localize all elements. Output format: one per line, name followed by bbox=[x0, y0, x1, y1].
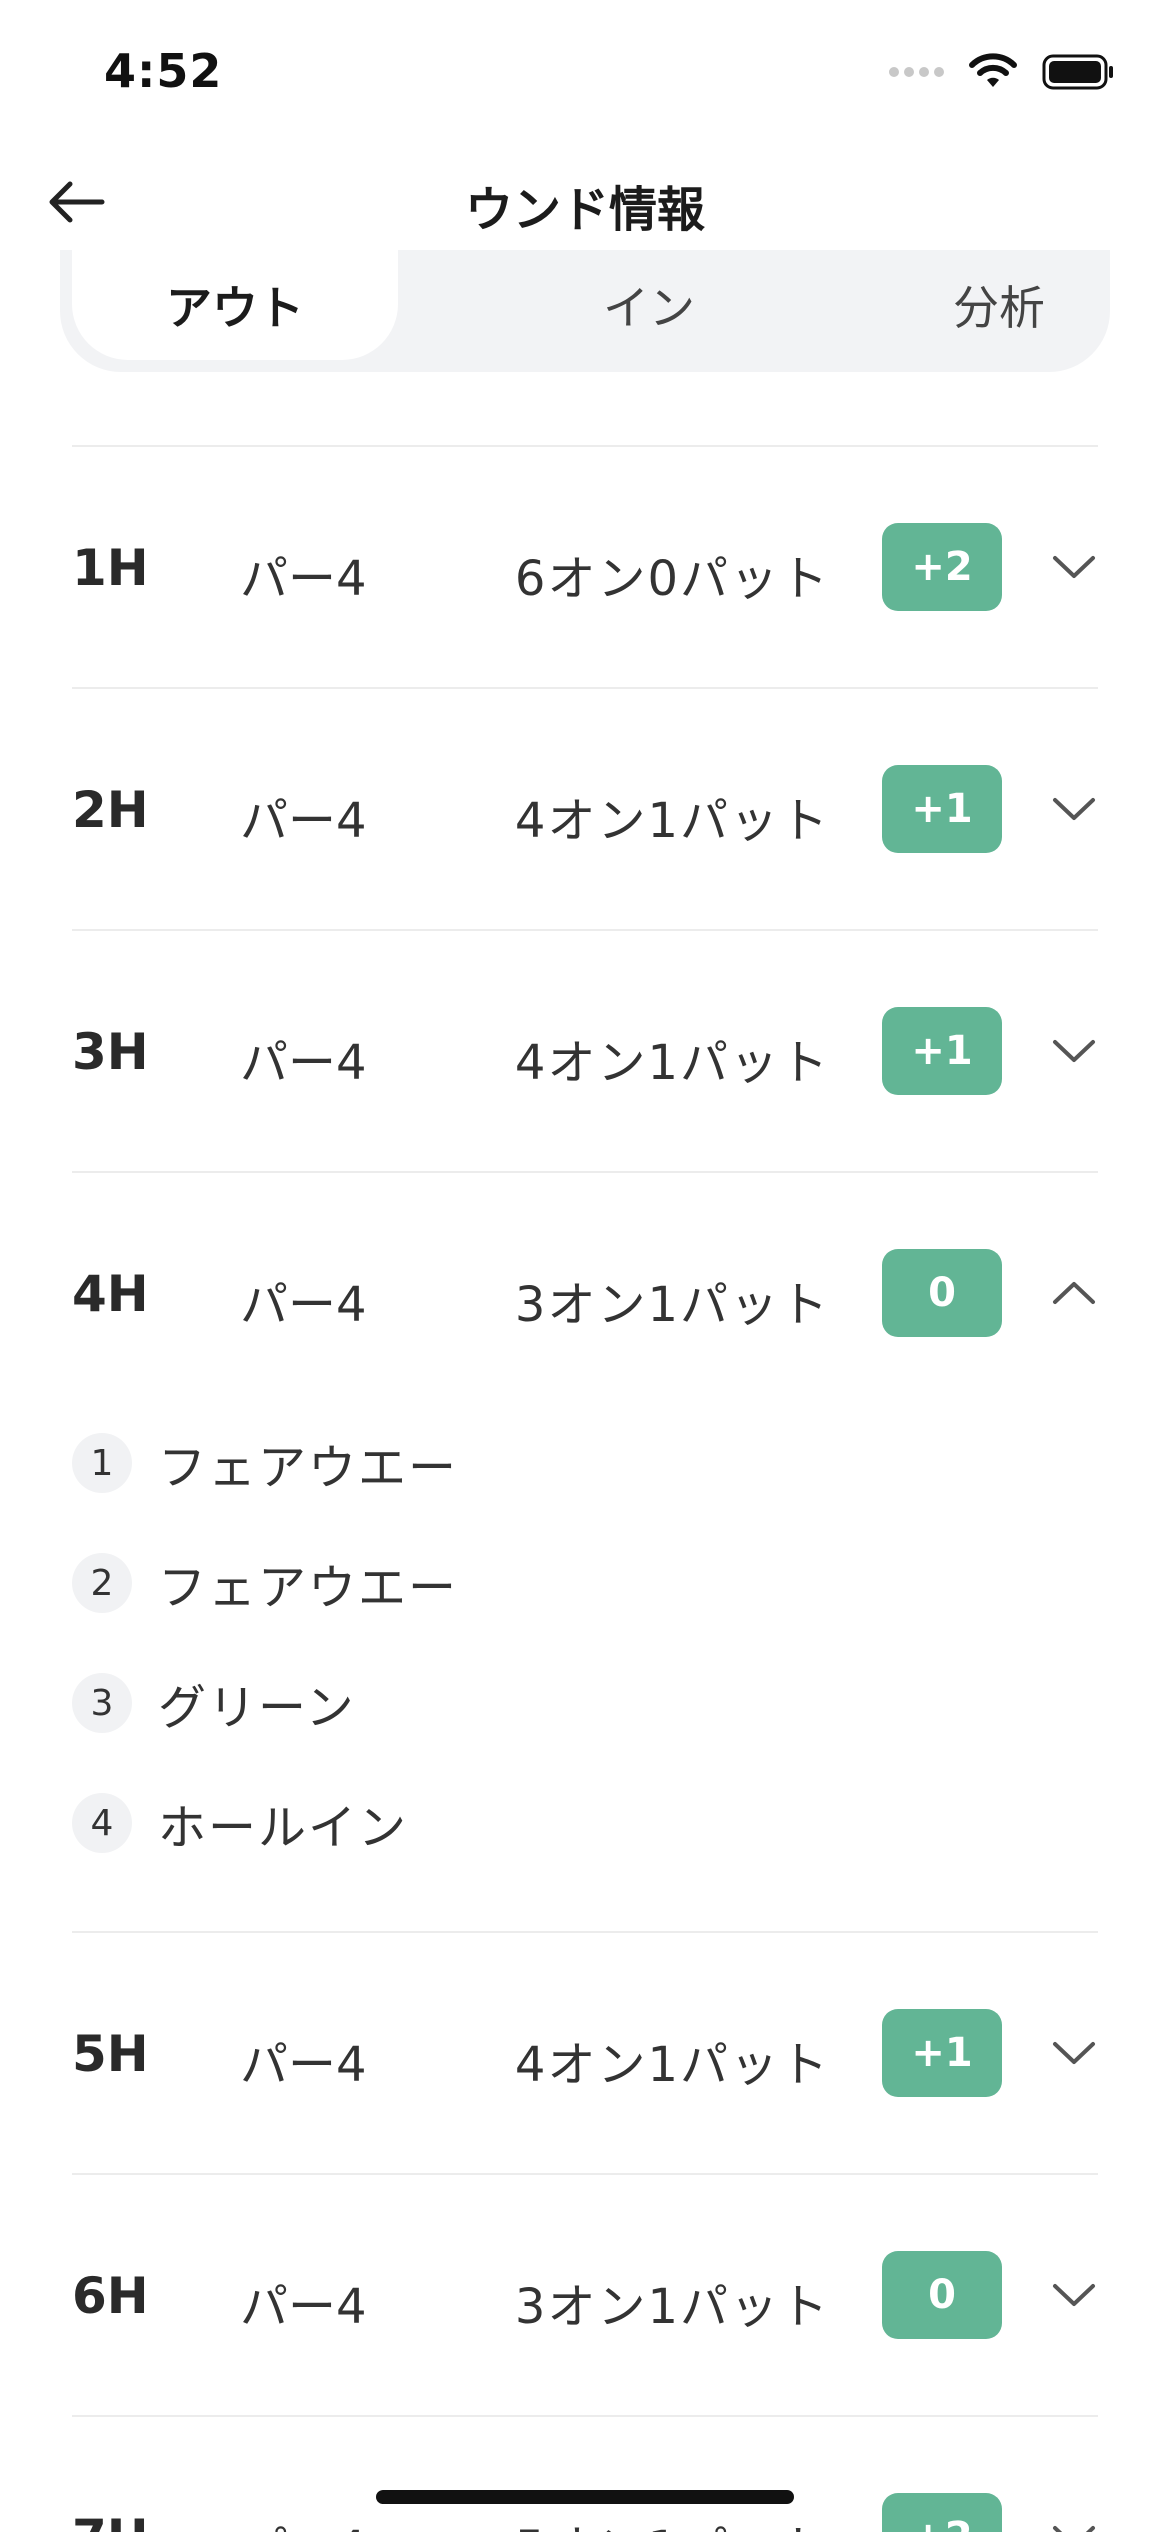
hole-row[interactable]: 1H パー4 6オン0パット +2 bbox=[72, 445, 1098, 687]
score-badge: 0 bbox=[882, 2251, 1002, 2339]
wifi-icon bbox=[969, 53, 1017, 87]
tab-analysis[interactable]: 分析 bbox=[836, 250, 1162, 360]
hole-row[interactable]: 2H パー4 4オン1パット +1 bbox=[72, 687, 1098, 929]
hole-row[interactable]: 5H パー4 4オン1パット +1 bbox=[72, 1931, 1098, 2173]
score-badge: +2 bbox=[882, 523, 1002, 611]
score-badge: +1 bbox=[882, 1007, 1002, 1095]
hole-row-expanded[interactable]: 4H パー4 3オン1パット 0 bbox=[72, 1171, 1098, 1413]
collapse-toggle[interactable] bbox=[1048, 1269, 1100, 1317]
hole-number: 5H bbox=[72, 2025, 149, 2083]
chevron-down-icon bbox=[1053, 2526, 1095, 2532]
chevron-down-icon bbox=[1053, 798, 1095, 820]
shot-label: フェアウエー bbox=[158, 1440, 459, 1496]
shot-label: グリーン bbox=[158, 1680, 356, 1736]
cellular-signal-icon bbox=[889, 67, 944, 77]
hole-result: 4オン1パット bbox=[514, 2037, 830, 2093]
expand-toggle[interactable] bbox=[1048, 785, 1100, 833]
expand-toggle[interactable] bbox=[1048, 2029, 1100, 2077]
tab-out[interactable]: アウト bbox=[72, 250, 398, 360]
shot-index: 4 bbox=[72, 1793, 132, 1853]
page-title: ウンド情報 bbox=[464, 182, 705, 238]
hole-par: パー4 bbox=[240, 793, 367, 849]
score-badge: +1 bbox=[882, 2009, 1002, 2097]
score-badge: 0 bbox=[882, 1249, 1002, 1337]
hole-list: 1H パー4 6オン0パット +2 2H パー4 4オン1パット +1 3H パ… bbox=[72, 445, 1098, 2532]
shot-item: 4 ホールイン bbox=[72, 1791, 409, 1856]
expand-toggle[interactable] bbox=[1048, 1027, 1100, 1075]
hole-par: パー4 bbox=[240, 2509, 367, 2532]
hole-result: 3オン1パット bbox=[514, 2279, 830, 2335]
hole-result: 6オン0パット bbox=[514, 551, 830, 607]
chevron-up-icon bbox=[1053, 1282, 1095, 1304]
score-badge: +2 bbox=[882, 2493, 1002, 2532]
home-indicator bbox=[376, 2490, 794, 2504]
hole-number: 4H bbox=[72, 1265, 149, 1323]
shot-item: 3 グリーン bbox=[72, 1671, 356, 1736]
nav-header: ウンド情報 bbox=[0, 150, 1170, 250]
shot-index: 1 bbox=[72, 1433, 132, 1493]
hole-row[interactable]: 6H パー4 3オン1パット 0 bbox=[72, 2173, 1098, 2415]
chevron-down-icon bbox=[1053, 1040, 1095, 1062]
battery-icon bbox=[1042, 54, 1113, 90]
shot-list: 1 フェアウエー 2 フェアウエー 3 グリーン 4 ホールイン bbox=[72, 1413, 1098, 1931]
shot-index: 3 bbox=[72, 1673, 132, 1733]
hole-number: 6H bbox=[72, 2267, 149, 2325]
hole-result: 4オン1パット bbox=[514, 1035, 830, 1091]
chevron-down-icon bbox=[1053, 2042, 1095, 2064]
hole-number: 3H bbox=[72, 1023, 149, 1081]
hole-par: パー4 bbox=[240, 2037, 367, 2093]
hole-result: 4オン1パット bbox=[514, 793, 830, 849]
hole-number: 1H bbox=[72, 539, 149, 597]
chevron-down-icon bbox=[1053, 556, 1095, 578]
hole-par: パー4 bbox=[240, 2279, 367, 2335]
hole-par: パー4 bbox=[240, 1277, 367, 1333]
chevron-down-icon bbox=[1053, 2284, 1095, 2306]
hole-row[interactable]: 7H パー4 5オン1パット +2 bbox=[72, 2415, 1098, 2532]
expand-toggle[interactable] bbox=[1048, 2271, 1100, 2319]
status-bar: 4:52 bbox=[0, 0, 1170, 150]
round-info-screen: 4:52 ウンド情報 アウト イン 分析 1H パー4 6オン0パット +2 2… bbox=[0, 0, 1170, 2532]
hole-result: 3オン1パット bbox=[514, 1277, 830, 1333]
shot-item: 2 フェアウエー bbox=[72, 1551, 459, 1616]
shot-label: フェアウエー bbox=[158, 1560, 459, 1616]
expand-toggle[interactable] bbox=[1048, 2513, 1100, 2532]
hole-row[interactable]: 3H パー4 4オン1パット +1 bbox=[72, 929, 1098, 1171]
score-badge: +1 bbox=[882, 765, 1002, 853]
shot-item: 1 フェアウエー bbox=[72, 1431, 459, 1496]
hole-par: パー4 bbox=[240, 1035, 367, 1091]
status-time: 4:52 bbox=[104, 44, 223, 98]
hole-number: 7H bbox=[72, 2509, 149, 2532]
shot-label: ホールイン bbox=[158, 1800, 409, 1856]
expand-toggle[interactable] bbox=[1048, 543, 1100, 591]
shot-index: 2 bbox=[72, 1553, 132, 1613]
status-icons bbox=[889, 52, 1116, 92]
tab-in[interactable]: イン bbox=[486, 250, 812, 360]
hole-number: 2H bbox=[72, 781, 149, 839]
hole-par: パー4 bbox=[240, 551, 367, 607]
hole-result: 5オン1パット bbox=[515, 2509, 830, 2532]
segment-tabs: アウト イン 分析 bbox=[60, 250, 1110, 372]
